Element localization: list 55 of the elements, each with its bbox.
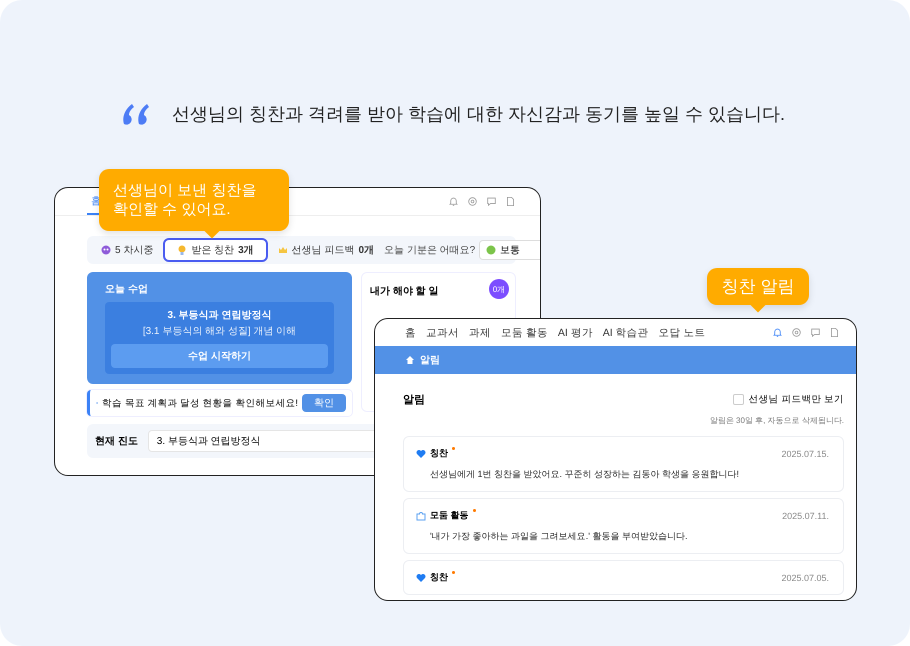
mood-label: 오늘 기분은 어때요?	[384, 244, 476, 257]
bell-icon[interactable]	[448, 196, 459, 207]
nav-item[interactable]: 오답 노트	[658, 326, 706, 340]
chat-icon[interactable]	[810, 327, 821, 338]
notification-card[interactable]: 모둠 활동 2025.07.11. '내가 가장 좋아하는 과일을 그려보세요.' 활동을 부여받았습니다.	[403, 498, 844, 554]
card-title: 오늘 수업	[105, 283, 149, 296]
stat-value: 3개	[238, 244, 254, 257]
stat-item[interactable]: 받은 칭찬 3개	[163, 238, 268, 262]
page-title: 알림	[403, 393, 425, 407]
notification-title: 칭찬	[430, 571, 448, 584]
feedback-filter-checkbox[interactable]: 선생님 피드백만 보기	[732, 393, 844, 406]
nav-item[interactable]: AI 평가	[558, 326, 593, 340]
stat-item[interactable]: 선생님 피드백 0개	[272, 241, 380, 259]
notification-card[interactable]: 칭찬 2025.07.05.	[403, 560, 844, 595]
notification-text: '내가 가장 좋아하는 과일을 그려보세요.' 활동을 부여받았습니다.	[429, 530, 688, 543]
notification-title: 모둠 활동	[430, 509, 469, 522]
settings-icon[interactable]	[467, 196, 478, 207]
checkbox[interactable]	[732, 394, 744, 405]
document-icon[interactable]	[505, 196, 516, 207]
notification-date: 2025.07.15.	[781, 448, 829, 458]
quote-icon	[122, 102, 152, 126]
smiley-icon	[486, 245, 496, 255]
notification-text: 선생님에게 1번 칭찬을 받았어요. 꾸준히 성장하는 김동아 학생을 응원합니다!	[429, 468, 740, 481]
lesson-subtitle: [3.1 부등식의 해와 성질] 개념 이해	[142, 325, 296, 338]
stat-value: 0개	[358, 244, 374, 257]
nav-item[interactable]: AI 학습관	[602, 326, 649, 340]
notification-date: 2025.07.05.	[781, 572, 829, 582]
lesson-unit: 3. 부등식과 연립방정식	[168, 309, 272, 322]
heart-icon	[416, 572, 426, 582]
home-icon	[405, 355, 415, 365]
monster-icon	[101, 245, 111, 255]
stat-label: 5 차시중	[115, 244, 154, 257]
notification-date: 2025.07.11.	[782, 510, 829, 520]
medal-icon	[177, 245, 188, 255]
mood-dropdown[interactable]: 보통	[479, 240, 540, 260]
nav-item[interactable]: 과제	[469, 326, 491, 340]
banner-text: 학습 목표 계획과 달성 현황을 확인해보세요!	[102, 396, 298, 410]
breadcrumb-text: 알림	[420, 354, 440, 367]
document-icon[interactable]	[829, 327, 840, 338]
heart-icon	[416, 448, 426, 458]
settings-icon[interactable]	[791, 327, 802, 338]
stat-label: 선생님 피드백	[292, 244, 354, 257]
nav-item[interactable]: 홈	[405, 326, 416, 340]
progress-label: 현재 진도	[95, 435, 138, 448]
panel-title: 내가 해야 할 일	[370, 286, 438, 297]
nav-item[interactable]: 모둠 활동	[501, 326, 548, 340]
nav-item[interactable]: 교과서	[426, 326, 459, 340]
bell-icon[interactable]	[772, 327, 783, 338]
stat-label: 받은 칭찬	[191, 244, 234, 257]
crown-icon	[278, 245, 288, 255]
headline-text: 선생님의 칭찬과 격려를 받아 학습에 대한 자신감과 동기를 높일 수 있습니다.	[172, 103, 786, 126]
chat-icon[interactable]	[486, 196, 497, 207]
count-badge: 0개	[489, 279, 509, 299]
auto-delete-note: 알림은 30일 후, 자동으로 삭제됩니다.	[710, 415, 844, 426]
stat-item[interactable]: 5 차시중	[95, 241, 160, 259]
